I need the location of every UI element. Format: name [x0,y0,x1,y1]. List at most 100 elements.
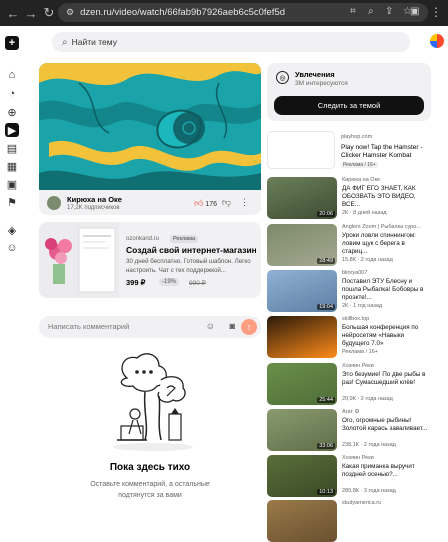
ad-image [39,222,119,298]
recommendation-title[interactable]: Ого, огромные рыбины! Золотой карась зав… [342,417,431,433]
extensions-icon[interactable]: ▣ [410,6,419,17]
video-meta: Кирюха на Оке 17,2K подписчиков 👍︎ 176 👎… [45,194,257,212]
url-text: dzen.ru/video/watch/66fab9b7926aeb6c5c0f… [80,7,286,18]
empty-sub-line-1: Оставьте комментарий, а остальные [90,481,210,488]
recommendation-item[interactable]: 33:06 Агат ⚙ Ого, огромные рыбины! Золотой… [267,409,431,451]
recommendation-channel[interactable]: Хозяин Реки [342,455,374,461]
recommendation-meta: 2К · 1 год назад [342,303,383,309]
translate-icon[interactable]: ⌗ [350,6,356,17]
recommendation-duration: 19:04 [317,304,335,310]
recommendation-item[interactable]: 28:49 Anglers Zoom | Рыбалка суро... Уроки… [267,224,431,266]
create-plus-icon[interactable]: + [5,36,19,50]
recommendation-thumbnail[interactable]: 33:06 [267,409,337,451]
recommendation-title[interactable]: Большая конференция по нейросетям «Навык… [342,324,431,348]
video-icon[interactable]: ▶ [5,123,19,137]
search-bar[interactable]: ⌕ Найти тему [52,32,410,52]
recommendation-title[interactable]: Уроки ловли спиннингом: ловим щук с бере… [342,232,431,256]
ad-badge: Реклама [170,235,199,243]
video-thumbnail[interactable] [39,63,261,190]
comment-input[interactable]: Написать комментарий ☺ ◙ ↑ [39,316,261,338]
recommendation-channel[interactable]: Агат ⚙ [342,409,359,415]
channel-subscribers: 17,2K подписчиков [67,205,120,211]
comment-placeholder: Написать комментарий [48,322,130,331]
recommendation-item[interactable]: skillbox.top Большая конференция по нейро… [267,316,431,358]
back-icon[interactable]: ← [4,6,22,21]
recommendation-title[interactable]: Это безумие! По две рыбы в раз! Сумасшед… [342,371,431,387]
articles-icon[interactable]: ▤ [5,141,19,155]
reload-icon[interactable]: ↻ [40,5,58,21]
topic-title[interactable]: Увлечения [295,70,335,79]
browser-menu-icon[interactable]: ⋮ [430,5,442,19]
recommendation-channel[interactable]: Anglers Zoom | Рыбалка суро... [342,224,421,230]
topic-followers: 3М интересуются [295,80,348,87]
ad-old-price: 990 ₽ [189,280,206,287]
send-button[interactable]: ↑ [241,319,257,335]
recommendation-item[interactable]: 10:13 Хозяин Реки Какая приманка выручит п… [267,455,431,497]
recommendation-title[interactable]: Какая приманка выручит поздней осенью?..… [342,463,431,479]
subscriptions-icon[interactable]: ◔ [5,87,19,101]
recommendation-duration: 28:49 [317,258,335,264]
recommendation-title[interactable]: Поставил ЭТУ Блесну и пошла Рыбалка! Боб… [342,278,431,302]
recommendation-thumbnail[interactable]: 28:49 [267,224,337,266]
recommendation-title[interactable]: ДА ФИГ ЕГО ЗНАЕТ, КАК ОБОЗВАТЬ ЭТО ВИДЕО… [342,185,431,209]
camera-icon[interactable]: ◙ [230,321,235,331]
games-icon[interactable]: ◈ [5,223,19,237]
news-icon[interactable]: ▦ [5,159,19,173]
thumbs-up-icon: 👍︎ [193,198,204,208]
like-button[interactable]: 👍︎ 176 [194,198,217,209]
side-ad-title: Play now! Tap the Hamster - Clicker Hams… [341,144,423,159]
left-sidebar: + ⌂ ◔ ⊕ ▶ ▤ ▦ ▣ ⚑ ◈ ☺ [0,26,24,520]
recommendation-channel[interactable]: blinrya007 [342,270,367,276]
share-icon[interactable]: ⇪ [385,6,393,17]
recommendation-item[interactable]: 19:04 blinrya007 Поставил ЭТУ Блесну и пош… [267,270,431,312]
recommendation-item[interactable]: 25:44 Хозяин Реки Это безумие! По две рыбы… [267,363,431,405]
empty-comments-subtitle: Оставьте комментарий, а остальные подтян… [39,479,261,501]
empty-comments-title: Пока здесь тихо [109,462,191,473]
user-avatar[interactable] [430,34,444,48]
recommendation-thumbnail[interactable] [267,500,337,542]
bookmarks-icon[interactable]: ⚑ [5,195,19,209]
recommendation-meta: 238,1К · 2 года назад [342,442,396,448]
ad-source: ozonkand.ru [126,236,160,242]
recommendation-duration: 20:06 [317,211,335,217]
zoom-icon[interactable]: ⌕ [368,6,374,17]
home-icon[interactable]: ⌂ [5,68,19,82]
ad-title[interactable]: Создай свой интернет-магазин бе... [126,245,256,255]
like-count: 176 [205,201,217,208]
recommendation-thumbnail[interactable]: 10:13 [267,455,337,497]
ad-card[interactable]: ozonkand.ru Реклама Создай свой интернет… [39,222,261,298]
recommendation-duration: 33:06 [317,443,335,449]
shorts-icon[interactable]: ▣ [5,177,19,191]
channel-name[interactable]: Кирюха на Оке [67,195,122,204]
recommendation-thumbnail[interactable]: 19:04 [267,270,337,312]
search-icon: ⌕ [62,36,68,48]
recommendation-thumbnail[interactable]: 25:44 [267,363,337,405]
recommendation-channel[interactable]: Кирюха на Оке [342,177,380,183]
side-ad[interactable]: playhop.com Play now! Tap the Hamster - … [267,128,431,170]
recommendation-thumbnail[interactable]: 20:06 [267,177,337,219]
side-ad-source: playhop.com [341,134,373,140]
recommendation-channel[interactable]: skillbox.top [342,316,369,322]
forward-icon[interactable]: → [22,6,40,21]
emoji-icon[interactable]: ☺ [206,321,215,331]
address-bar[interactable]: ⚙ dzen.ru/video/watch/66fab9b7926aeb6c5c… [58,3,428,22]
recommendation-meta: 2К · 8 дней назад [342,210,387,216]
video-player-card: Кирюха на Оке 17,2K подписчиков 👍︎ 176 👎… [39,63,261,215]
recommendation-item[interactable]: studyamerica.ru [267,500,431,542]
discover-icon[interactable]: ⊕ [5,105,19,119]
topic-card: ◎ Увлечения 3М интересуются Следить за т… [267,63,431,121]
dislike-icon[interactable]: 👎︎ [222,197,231,208]
follow-topic-button[interactable]: Следить за темой [274,96,424,115]
site-info-icon[interactable]: ⚙ [66,7,74,18]
compass-icon: ◎ [276,71,289,84]
recommendation-thumbnail[interactable] [267,316,337,358]
kids-icon[interactable]: ☺ [5,241,19,255]
recommendation-channel[interactable]: studyamerica.ru [342,500,381,506]
channel-avatar[interactable] [47,196,61,210]
empty-comments-illustration [113,353,193,451]
recommendation-channel[interactable]: Хозяин Реки [342,363,374,369]
recommendation-meta: 280,8К · 3 года назад [342,488,396,494]
recommendation-item[interactable]: 20:06 Кирюха на Оке ДА ФИГ ЕГО ЗНАЕТ, КАК … [267,177,431,219]
recommendation-duration: 25:44 [317,397,335,403]
more-options-icon[interactable]: ⋮ [240,197,249,208]
